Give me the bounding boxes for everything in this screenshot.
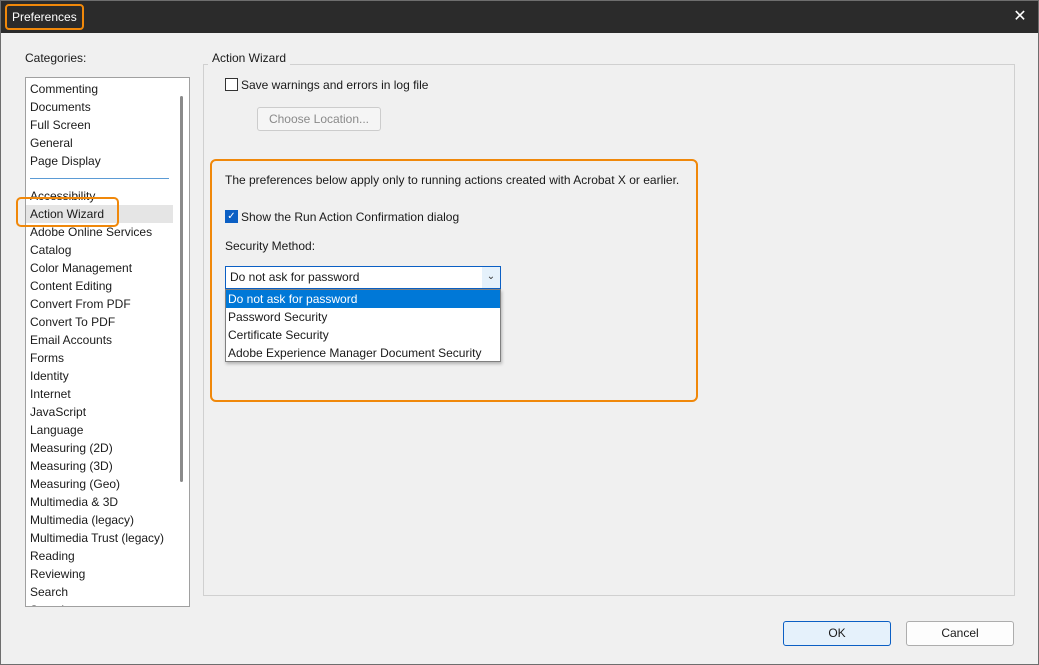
category-item[interactable]: Multimedia & 3D xyxy=(26,493,173,511)
category-item[interactable]: Reviewing xyxy=(26,565,173,583)
security-option[interactable]: Password Security xyxy=(226,308,500,326)
security-option[interactable]: Certificate Security xyxy=(226,326,500,344)
category-item[interactable]: Email Accounts xyxy=(26,331,173,349)
category-item[interactable]: Identity xyxy=(26,367,173,385)
category-item[interactable]: Color Management xyxy=(26,259,173,277)
security-method-dropdown: Do not ask for password Password Security… xyxy=(225,289,501,362)
security-method-label: Security Method: xyxy=(225,239,316,253)
cancel-button[interactable]: Cancel xyxy=(906,621,1014,646)
security-option[interactable]: Do not ask for password xyxy=(226,290,500,308)
highlight-action-wizard xyxy=(16,197,119,227)
category-item[interactable]: General xyxy=(26,134,173,152)
chevron-down-icon[interactable]: ⌄ xyxy=(482,267,500,288)
category-item[interactable]: Search xyxy=(26,583,173,601)
category-item[interactable]: Internet xyxy=(26,385,173,403)
categories-list[interactable]: Commenting Documents Full Screen General Pag… xyxy=(25,77,190,607)
category-item[interactable]: Measuring (2D) xyxy=(26,439,173,457)
category-item[interactable]: Convert From PDF xyxy=(26,295,173,313)
category-item[interactable]: Content Editing xyxy=(26,277,173,295)
legacy-info-text: The preferences below apply only to runn… xyxy=(225,173,680,187)
category-item[interactable]: Language xyxy=(26,421,173,439)
category-item[interactable]: Full Screen xyxy=(26,116,173,134)
show-confirmation-label[interactable]: Show the Run Action Confirmation dialog xyxy=(241,210,459,224)
category-item[interactable]: Measuring (Geo) xyxy=(26,475,173,493)
category-item[interactable]: Catalog xyxy=(26,241,173,259)
security-method-select[interactable]: Do not ask for password ⌄ xyxy=(225,266,501,289)
category-item[interactable]: Forms xyxy=(26,349,173,367)
categories-label: Categories: xyxy=(25,51,87,65)
close-icon[interactable]: ✕ xyxy=(1008,5,1032,29)
preferences-dialog: Preferences ✕ Categories: Commenting Docu… xyxy=(0,0,1039,665)
category-item[interactable]: JavaScript xyxy=(26,403,173,421)
category-item[interactable]: Page Display xyxy=(26,152,173,170)
choose-location-button[interactable]: Choose Location... xyxy=(257,107,381,131)
category-item[interactable]: Multimedia (legacy) xyxy=(26,511,173,529)
category-item[interactable]: Reading xyxy=(26,547,173,565)
category-separator xyxy=(30,178,169,179)
save-log-checkbox[interactable] xyxy=(225,78,238,91)
ok-button[interactable]: OK xyxy=(783,621,891,646)
group-title: Action Wizard xyxy=(208,51,291,65)
title-bar: Preferences ✕ xyxy=(1,1,1038,33)
category-item[interactable]: Documents xyxy=(26,98,173,116)
checkmark-icon: ✓ xyxy=(227,211,236,222)
window-title: Preferences xyxy=(5,4,84,30)
save-log-label[interactable]: Save warnings and errors in log file xyxy=(241,78,428,92)
category-item[interactable]: Commenting xyxy=(26,80,173,98)
security-method-value: Do not ask for password xyxy=(230,270,360,284)
show-confirmation-checkbox[interactable]: ✓ xyxy=(225,210,238,223)
category-item[interactable]: Multimedia Trust (legacy) xyxy=(26,529,173,547)
category-item[interactable]: Security xyxy=(26,601,173,606)
scrollbar[interactable] xyxy=(180,96,183,482)
category-item[interactable]: Convert To PDF xyxy=(26,313,173,331)
categories-items: Commenting Documents Full Screen General Pag… xyxy=(26,80,173,606)
category-item[interactable]: Measuring (3D) xyxy=(26,457,173,475)
security-option[interactable]: Adobe Experience Manager Document Securi… xyxy=(226,344,500,362)
